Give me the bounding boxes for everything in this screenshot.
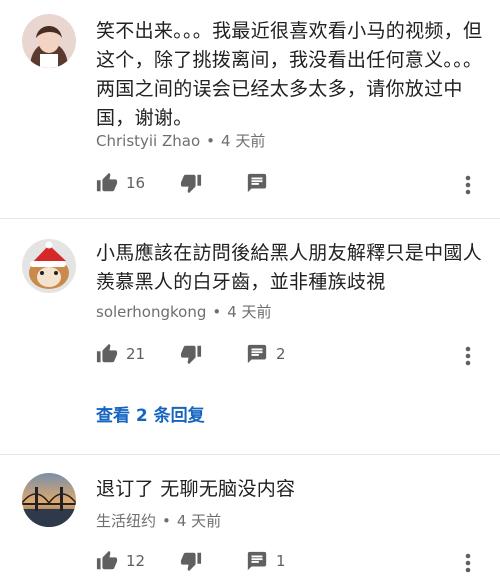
timestamp: 4 天前 xyxy=(176,512,222,530)
like-count: 21 xyxy=(126,345,146,363)
author-name[interactable]: 生活纽约 xyxy=(96,512,156,530)
comment-meta: 生活纽约 • 4 天前 xyxy=(96,510,221,531)
more-options-button[interactable] xyxy=(456,172,480,198)
like-button[interactable]: 16 xyxy=(96,172,145,194)
comment-icon xyxy=(246,343,268,365)
more-options-button[interactable] xyxy=(456,550,480,576)
reply-button[interactable]: 2 xyxy=(246,343,286,365)
avatar-christyii[interactable] xyxy=(22,14,76,68)
view-replies-link[interactable]: 查看 2 条回复 xyxy=(96,401,205,426)
separator: • xyxy=(162,512,171,530)
separator: • xyxy=(212,303,222,321)
like-count: 12 xyxy=(126,552,146,570)
comment-1: 笑不出来。。。我最近很喜欢看小马的视频，但这个，除了挑拨离间，我没看出任何意义。… xyxy=(0,0,500,218)
avatar-solerhongkong[interactable] xyxy=(22,239,76,293)
more-vert-icon xyxy=(456,175,480,202)
dislike-button[interactable] xyxy=(180,172,202,194)
comment-3: 退订了 无聊无脑没内容 生活纽约 • 4 天前 12 1 xyxy=(0,455,500,573)
thumb-down-icon xyxy=(180,550,202,572)
comment-text: 笑不出来。。。我最近很喜欢看小马的视频，但这个，除了挑拨离间，我没看出任何意义。… xyxy=(96,20,483,129)
comment-text: 小馬應該在訪問後給黑人朋友解釋只是中國人羨慕黑人的白牙齒，並非種族歧視 xyxy=(96,242,483,293)
thumb-up-icon xyxy=(96,343,118,365)
more-vert-icon xyxy=(456,346,480,373)
dislike-button[interactable] xyxy=(180,343,202,365)
reply-count: 2 xyxy=(276,345,286,363)
author-name[interactable]: Christyii Zhao xyxy=(96,132,200,150)
author-name[interactable]: solerhongkong xyxy=(96,303,206,321)
thumb-up-icon xyxy=(96,172,118,194)
thumb-down-icon xyxy=(180,343,202,365)
thumb-down-icon xyxy=(180,172,202,194)
comment-icon xyxy=(246,172,268,194)
timestamp: 4 天前 xyxy=(227,303,272,321)
like-button[interactable]: 21 xyxy=(96,343,145,365)
reply-count: 1 xyxy=(276,552,286,570)
thumb-up-icon xyxy=(96,550,118,572)
separator: • xyxy=(206,132,216,150)
comment-actions: 16 xyxy=(96,172,484,198)
comment-meta: solerhongkong • 4 天前 xyxy=(96,301,272,322)
like-count: 16 xyxy=(126,174,146,192)
like-button[interactable]: 12 xyxy=(96,550,145,572)
comment-actions: 21 2 xyxy=(96,343,484,369)
comment-2: 小馬應該在訪問後給黑人朋友解釋只是中國人羨慕黑人的白牙齒，並非種族歧視 sole… xyxy=(0,219,500,454)
avatar-shenghuo-niuyue[interactable] xyxy=(22,473,76,527)
timestamp: 4 天前 xyxy=(221,132,266,150)
comment-icon xyxy=(246,550,268,572)
more-options-button[interactable] xyxy=(456,343,480,369)
comment-meta: Christyii Zhao • 4 天前 xyxy=(96,130,265,151)
comment-text: 退订了 无聊无脑没内容 xyxy=(96,478,296,500)
reply-button[interactable] xyxy=(246,172,268,194)
comment-actions: 12 1 xyxy=(96,550,484,576)
reply-button[interactable]: 1 xyxy=(246,550,286,572)
dislike-button[interactable] xyxy=(180,550,202,572)
